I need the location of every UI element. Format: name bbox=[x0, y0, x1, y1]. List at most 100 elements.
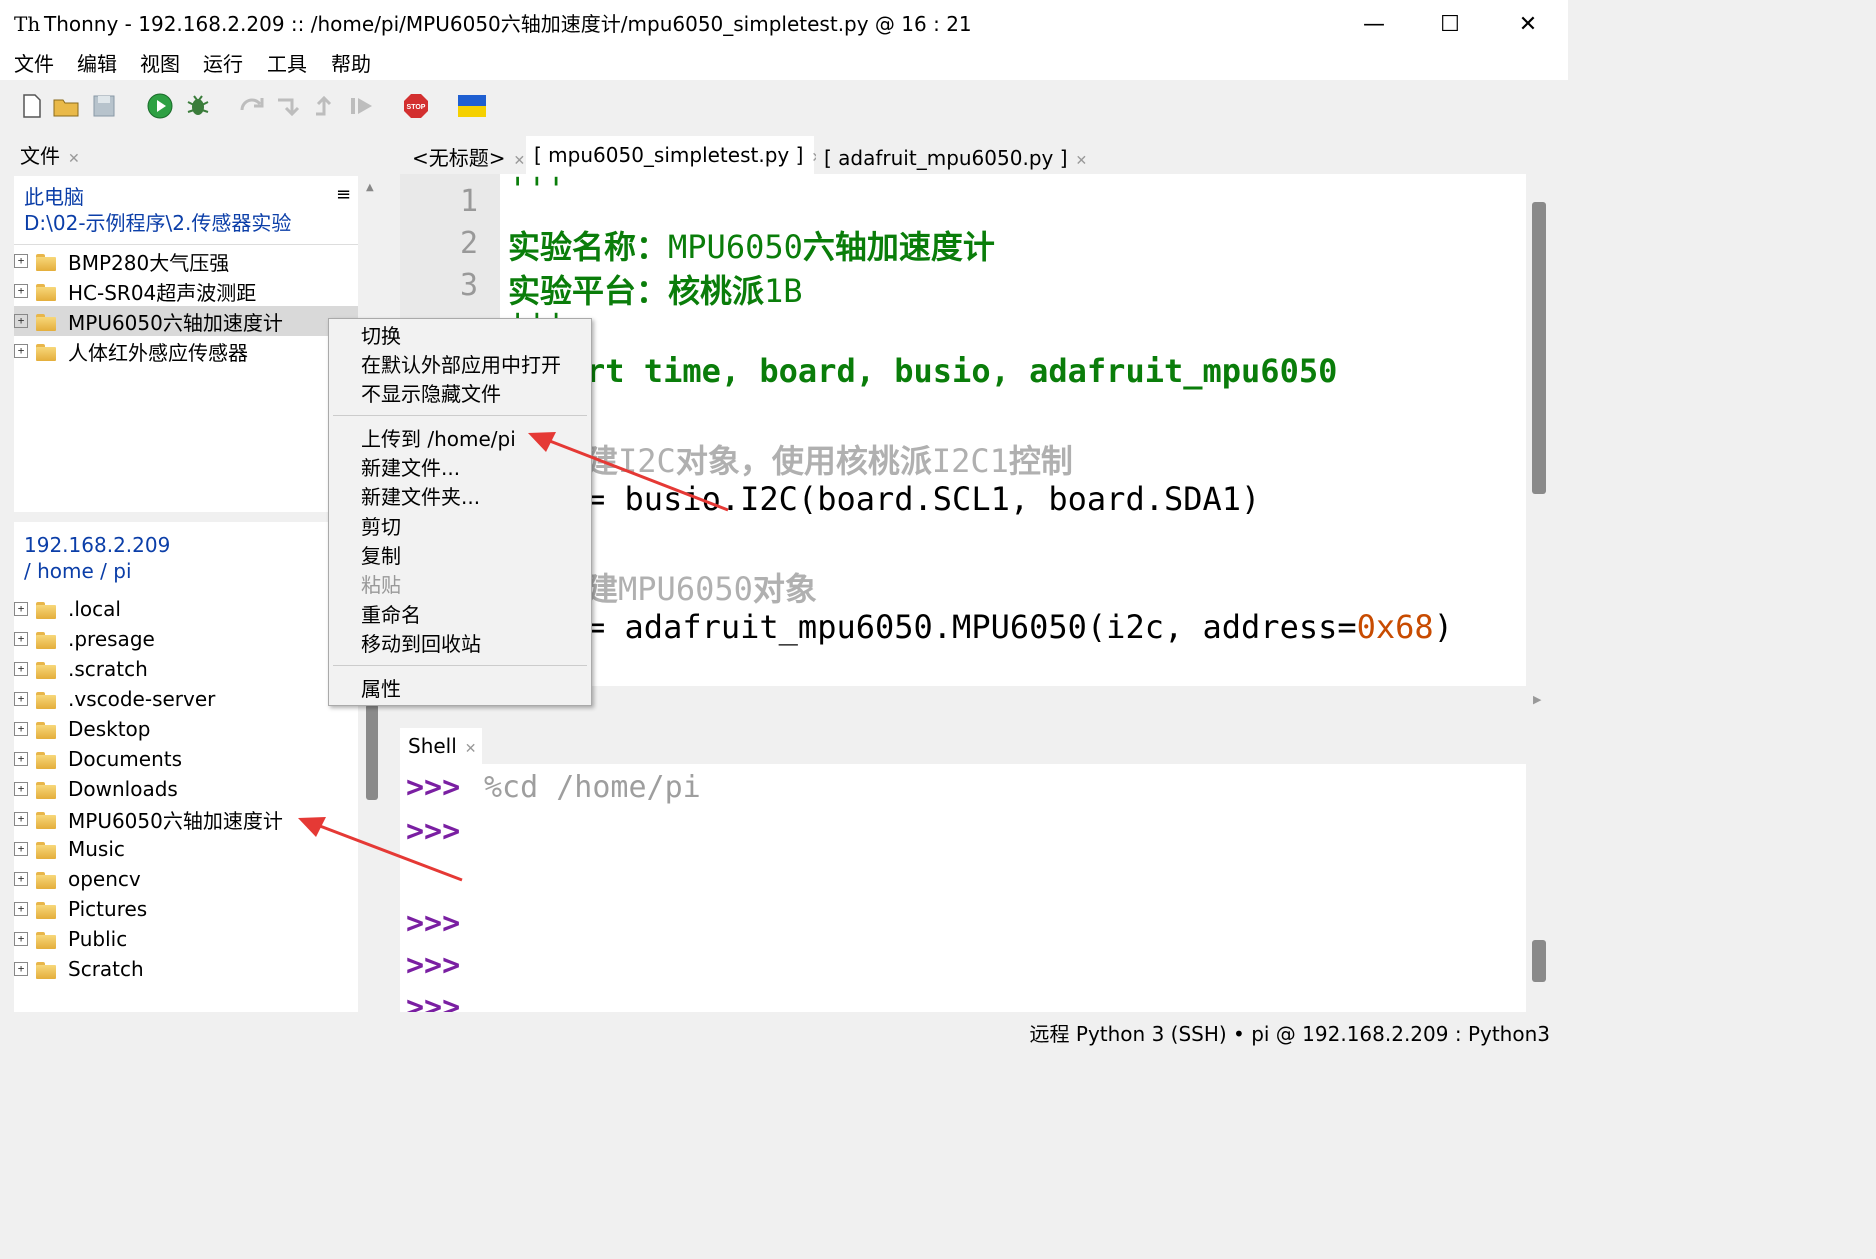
ctx-paste[interactable]: 粘贴 bbox=[361, 571, 401, 599]
close-icon[interactable]: ✕ bbox=[465, 741, 477, 757]
ctx-rename[interactable]: 重命名 bbox=[361, 601, 421, 629]
close-icon[interactable]: ✕ bbox=[514, 153, 526, 169]
minimize-button[interactable]: — bbox=[1336, 0, 1412, 48]
folder-icon bbox=[36, 840, 56, 859]
item-label: MPU6050六轴加速度计 bbox=[68, 310, 283, 335]
expand-icon[interactable]: + bbox=[14, 782, 28, 796]
tab-untitled[interactable]: <无标题> ✕ bbox=[402, 140, 526, 174]
list-item[interactable]: + Music bbox=[14, 834, 125, 864]
code-token: 实验平台： bbox=[508, 272, 669, 310]
tab-shell[interactable]: Shell ✕ bbox=[400, 728, 482, 764]
list-item[interactable]: + 人体红外感应传感器 bbox=[14, 336, 248, 366]
expand-icon[interactable]: + bbox=[14, 344, 28, 358]
expand-icon[interactable]: + bbox=[14, 632, 28, 646]
close-icon[interactable]: ✕ bbox=[68, 151, 80, 167]
folder-icon bbox=[36, 930, 56, 949]
list-item[interactable]: + Scratch bbox=[14, 954, 144, 984]
expand-icon[interactable]: + bbox=[14, 254, 28, 268]
ctx-open-external[interactable]: 在默认外部应用中打开 bbox=[361, 351, 561, 379]
list-item[interactable]: + HC-SR04超声波测距 bbox=[14, 276, 256, 306]
list-item[interactable]: + Pictures bbox=[14, 894, 147, 924]
ctx-copy[interactable]: 复制 bbox=[361, 542, 401, 570]
list-item[interactable]: + MPU6050六轴加速度计 bbox=[14, 306, 283, 336]
open-folder-icon[interactable] bbox=[52, 92, 80, 120]
list-item[interactable]: + .scratch bbox=[14, 654, 148, 684]
svg-text:STOP: STOP bbox=[407, 104, 426, 111]
list-item[interactable]: + opencv bbox=[14, 864, 141, 894]
ctx-new-file[interactable]: 新建文件... bbox=[361, 454, 460, 482]
ctx-cut[interactable]: 剪切 bbox=[361, 513, 401, 541]
list-item[interactable]: + BMP280大气压强 bbox=[14, 246, 229, 276]
files-tab[interactable]: 文件 ✕ bbox=[12, 140, 92, 174]
code-token: 对象 bbox=[752, 570, 817, 608]
ctx-upload[interactable]: 上传到 /home/pi bbox=[361, 425, 516, 453]
ctx-move-to-trash[interactable]: 移动到回收站 bbox=[361, 630, 481, 658]
shell-command: %cd /home/pi bbox=[484, 770, 701, 805]
code-token: I2C1 bbox=[931, 442, 1009, 480]
debug-bug-icon[interactable] bbox=[184, 92, 212, 120]
expand-icon[interactable]: + bbox=[14, 842, 28, 856]
expand-icon[interactable]: + bbox=[14, 284, 28, 298]
pane-menu-icon[interactable]: ≡ bbox=[336, 184, 351, 205]
close-icon[interactable]: ✕ bbox=[1076, 153, 1088, 169]
step-out-icon[interactable] bbox=[312, 92, 340, 120]
tab-mpu6050-simpletest[interactable]: [ mpu6050_simpletest.py ]✕ bbox=[526, 136, 823, 174]
stop-icon[interactable]: STOP bbox=[402, 92, 430, 120]
local-pane-path[interactable]: D:\02-示例程序\2.传感器实验 bbox=[24, 210, 291, 236]
ctx-new-folder[interactable]: 新建文件夹... bbox=[361, 483, 480, 511]
ctx-toggle[interactable]: 切换 bbox=[361, 322, 401, 350]
expand-icon[interactable]: + bbox=[14, 812, 28, 826]
menu-tools[interactable]: 工具 bbox=[267, 50, 307, 78]
scroll-up-icon[interactable]: ▲ bbox=[366, 182, 374, 193]
list-item[interactable]: + Public bbox=[14, 924, 127, 954]
expand-icon[interactable]: + bbox=[14, 602, 28, 616]
scroll-right-icon[interactable]: ▶ bbox=[1533, 693, 1541, 706]
expand-icon[interactable]: + bbox=[14, 902, 28, 916]
resume-icon[interactable] bbox=[348, 92, 376, 120]
expand-icon[interactable]: + bbox=[14, 962, 28, 976]
local-pane-title[interactable]: 此电脑 bbox=[24, 184, 84, 210]
expand-icon[interactable]: + bbox=[14, 692, 28, 706]
list-item[interactable]: + .local bbox=[14, 594, 121, 624]
menu-edit[interactable]: 编辑 bbox=[77, 50, 117, 78]
item-label: .presage bbox=[68, 627, 155, 651]
status-text[interactable]: 远程 Python 3 (SSH) • pi @ 192.168.2.209 :… bbox=[1030, 1020, 1550, 1048]
scrollbar-thumb[interactable] bbox=[366, 704, 378, 800]
expand-icon[interactable]: + bbox=[14, 314, 28, 328]
step-into-icon[interactable] bbox=[274, 92, 302, 120]
remote-path[interactable]: / home / pi bbox=[24, 558, 132, 584]
code-token: 对象，使用核桃派 bbox=[675, 442, 932, 480]
shell-prompt: >>> bbox=[406, 990, 461, 1012]
item-label: Scratch bbox=[68, 957, 144, 981]
list-item[interactable]: + .vscode-server bbox=[14, 684, 215, 714]
new-file-icon[interactable] bbox=[18, 92, 46, 120]
code-comment: 建MPU6050对象 bbox=[586, 564, 817, 610]
list-item[interactable]: + Downloads bbox=[14, 774, 178, 804]
maximize-button[interactable]: ☐ bbox=[1412, 0, 1488, 48]
menu-separator bbox=[333, 415, 587, 416]
tab-adafruit-mpu6050[interactable]: [ adafruit_mpu6050.py ] ✕ bbox=[816, 140, 1087, 174]
expand-icon[interactable]: + bbox=[14, 872, 28, 886]
scrollbar-thumb[interactable] bbox=[1532, 940, 1546, 982]
menu-help[interactable]: 帮助 bbox=[331, 50, 371, 78]
scrollbar-thumb[interactable] bbox=[1532, 202, 1546, 494]
list-item[interactable]: + Documents bbox=[14, 744, 182, 774]
list-item[interactable]: + Desktop bbox=[14, 714, 150, 744]
close-button[interactable]: ✕ bbox=[1490, 0, 1566, 48]
expand-icon[interactable]: + bbox=[14, 752, 28, 766]
expand-icon[interactable]: + bbox=[14, 662, 28, 676]
list-item[interactable]: + MPU6050六轴加速度计 bbox=[14, 804, 283, 834]
ctx-hide-hidden[interactable]: 不显示隐藏文件 bbox=[361, 380, 501, 408]
ctx-properties[interactable]: 属性 bbox=[361, 675, 401, 703]
expand-icon[interactable]: + bbox=[14, 722, 28, 736]
list-item[interactable]: + .presage bbox=[14, 624, 155, 654]
step-over-icon[interactable] bbox=[238, 92, 266, 120]
menu-run[interactable]: 运行 bbox=[203, 50, 243, 78]
code-token: 1B bbox=[764, 272, 803, 310]
menu-file[interactable]: 文件 bbox=[14, 50, 54, 78]
run-icon[interactable] bbox=[146, 92, 174, 120]
menu-view[interactable]: 视图 bbox=[140, 50, 180, 78]
expand-icon[interactable]: + bbox=[14, 932, 28, 946]
remote-host[interactable]: 192.168.2.209 bbox=[24, 532, 170, 558]
save-icon[interactable] bbox=[90, 92, 118, 120]
